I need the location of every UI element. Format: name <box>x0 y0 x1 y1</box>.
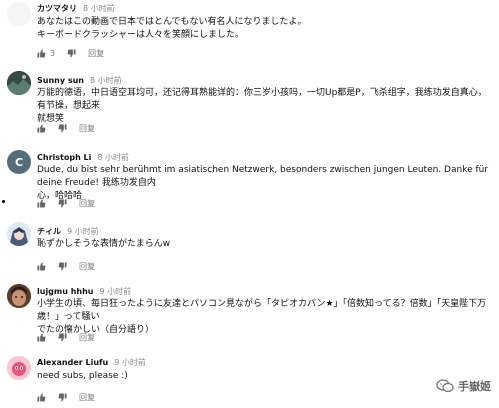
like-button[interactable] <box>37 393 46 402</box>
like-button[interactable] <box>37 124 46 133</box>
comment-actions: 回复 <box>37 392 95 403</box>
wechat-icon <box>436 379 454 393</box>
dislike-button[interactable] <box>58 262 67 271</box>
comment-author[interactable]: lujgmu hhhu <box>37 287 94 296</box>
comment-text: 小学生の頃、毎日狂ったように友達とパソコン見ながら「タピオカパン★」「倍数知って… <box>37 299 487 335</box>
landscape-avatar-icon[interactable] <box>7 71 31 95</box>
thumbs-up-icon <box>37 393 46 402</box>
thumbs-down-icon <box>58 393 67 402</box>
thumbs-down-icon <box>58 199 67 208</box>
dislike-button[interactable] <box>58 393 67 402</box>
dislike-button[interactable] <box>58 199 67 208</box>
comment-author[interactable]: チィル <box>37 227 61 236</box>
thumbs-up-icon <box>37 124 46 133</box>
comment-time[interactable]: 8 小时前 <box>90 76 122 85</box>
reply-button[interactable]: 回复 <box>88 48 104 59</box>
comment-time[interactable]: 9 小时前 <box>100 287 132 296</box>
comment-time[interactable]: 9 小时前 <box>114 358 146 367</box>
like-button[interactable]: 3 <box>37 49 55 58</box>
dislike-button[interactable] <box>58 333 67 342</box>
avatar[interactable]: C <box>7 150 31 174</box>
like-button[interactable] <box>37 199 46 208</box>
anime-avatar-icon[interactable] <box>7 222 31 246</box>
comment-text: 万能的德语，中日语空耳均可，还记得耳熟能详的：你三岁小孩吗，一切Up都是P，飞杀… <box>37 88 487 124</box>
thumbs-up-icon <box>37 333 46 342</box>
thumbs-down-icon <box>58 333 67 342</box>
watermark-text: 手嶽姬 <box>458 380 491 393</box>
reply-button[interactable]: 回复 <box>79 332 95 343</box>
bullet-dot <box>2 200 5 203</box>
thumbs-up-icon <box>37 199 46 208</box>
dislike-button[interactable] <box>67 49 76 58</box>
reply-button[interactable]: 回复 <box>79 123 95 134</box>
comment-time[interactable]: 8 小时前 <box>97 153 129 162</box>
reply-button[interactable]: 回复 <box>79 198 95 209</box>
comment-actions: 3 回复 <box>37 48 104 59</box>
pink-character-avatar-icon[interactable] <box>7 356 31 380</box>
comment-author[interactable]: Alexander Liufu <box>37 358 108 367</box>
thumbs-down-icon <box>58 262 67 271</box>
comment-author[interactable]: Christoph Li <box>37 153 91 162</box>
thumbs-up-icon <box>37 49 46 58</box>
comment-author[interactable]: カツマタリ <box>37 4 77 13</box>
comment-author[interactable]: Sunny sun <box>37 76 84 85</box>
watermark: 手嶽姬 <box>436 378 491 394</box>
reply-button[interactable]: 回复 <box>79 392 95 403</box>
comment-text: 恥ずかしそうな表情がたまらんw <box>37 239 171 249</box>
comment-actions: 回复 <box>37 261 95 272</box>
comment-time[interactable]: 9 小时前 <box>67 227 99 236</box>
comment-text: Dude, du bist sehr berühmt im asiatische… <box>37 165 489 201</box>
dislike-button[interactable] <box>58 124 67 133</box>
like-button[interactable] <box>37 262 46 271</box>
comment-actions: 回复 <box>37 198 95 209</box>
thumbs-down-icon <box>67 49 76 58</box>
empty-avatar-icon[interactable] <box>7 2 31 26</box>
face-avatar-icon[interactable] <box>7 284 31 308</box>
reply-button[interactable]: 回复 <box>79 261 95 272</box>
thumbs-down-icon <box>58 124 67 133</box>
comment-time[interactable]: 8 小时前 <box>83 4 115 13</box>
avatar-letter: C <box>14 155 24 169</box>
comment-actions: 回复 <box>37 123 95 134</box>
like-button[interactable] <box>37 333 46 342</box>
comment-text: need subs, please :) <box>37 371 128 381</box>
like-count: 3 <box>50 49 56 58</box>
thumbs-up-icon <box>37 262 46 271</box>
comment-text: あなたはこの動画で日本ではとんでもない有名人になりましたよ。 キーボードクラッシ… <box>37 17 307 40</box>
comment-actions: 回复 <box>37 332 95 343</box>
